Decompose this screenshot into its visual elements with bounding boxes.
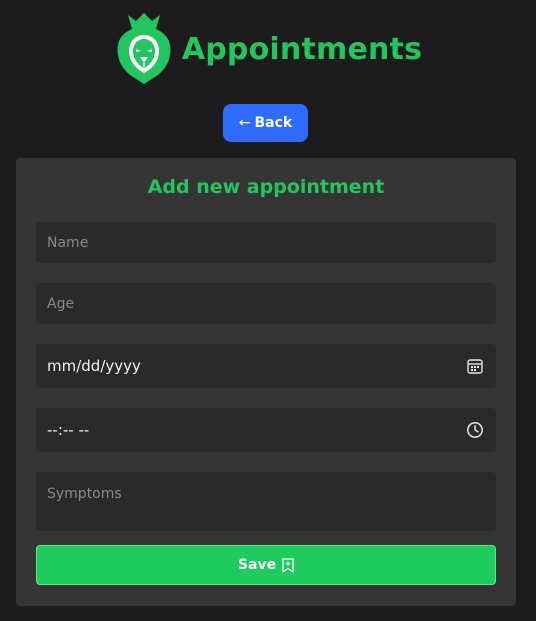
page: Appointments ← Back Add new appointment … xyxy=(0,0,536,621)
age-placeholder: Age xyxy=(47,295,75,312)
name-placeholder: Name xyxy=(47,234,89,251)
app-header: Appointments xyxy=(0,10,536,86)
back-button-label: Back xyxy=(254,115,293,131)
time-value: --:-- -- xyxy=(47,421,90,439)
symptoms-textarea[interactable]: Symptoms xyxy=(36,472,496,531)
save-button[interactable]: Save xyxy=(36,545,496,585)
appointment-form-card: Add new appointment Name Age mm/dd/yyyy … xyxy=(16,158,516,606)
time-input[interactable]: --:-- -- xyxy=(36,408,496,452)
clock-icon[interactable] xyxy=(466,421,484,439)
age-input[interactable]: Age xyxy=(36,283,496,324)
date-input[interactable]: mm/dd/yyyy xyxy=(36,344,496,388)
calendar-icon[interactable] xyxy=(466,357,484,375)
date-value: mm/dd/yyyy xyxy=(47,357,141,375)
arrow-left-icon: ← xyxy=(238,115,251,131)
save-button-label: Save xyxy=(237,557,277,573)
name-input[interactable]: Name xyxy=(36,222,496,263)
form-title: Add new appointment xyxy=(147,176,385,198)
symptoms-placeholder: Symptoms xyxy=(47,486,122,502)
back-button[interactable]: ← Back xyxy=(223,104,308,142)
bookmark-plus-icon xyxy=(282,557,294,573)
page-title: Appointments xyxy=(181,32,423,67)
lion-crown-icon xyxy=(117,13,171,84)
